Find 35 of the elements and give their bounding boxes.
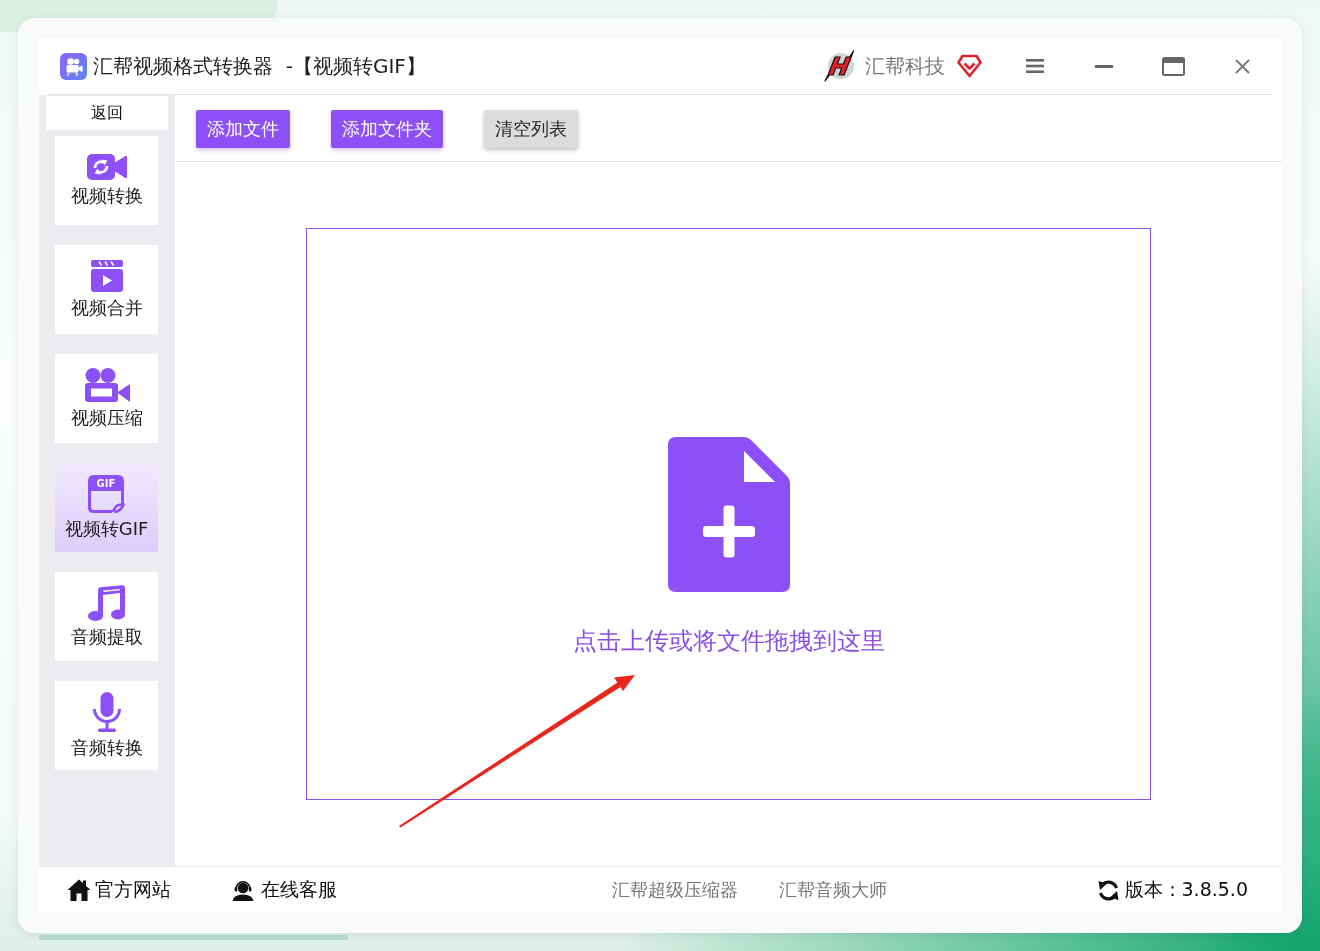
file-add-icon [667, 437, 790, 592]
home-icon [67, 878, 91, 902]
window-title: 汇帮视频格式转换器 -【视频转GIF】 [93, 52, 426, 80]
support-link[interactable]: 在线客服 [232, 877, 337, 903]
add-button[interactable]: 添加文件 [196, 110, 290, 148]
sidebar-item[interactable]: 音频提取 [55, 572, 158, 661]
maximize-icon[interactable] [1162, 56, 1185, 76]
sidebar-item[interactable]: 视频合并 [55, 245, 158, 334]
product-link[interactable]: 汇帮音频大师 [779, 878, 887, 902]
movie-camera-icon [83, 367, 130, 402]
diamond-icon[interactable] [957, 54, 982, 78]
clapperboard-icon [90, 259, 123, 292]
close-icon[interactable] [1235, 58, 1250, 74]
microphone-icon [91, 691, 122, 732]
minimize-icon[interactable] [1095, 64, 1113, 68]
sidebar-item[interactable]: 视频转换 [55, 136, 158, 225]
clear-list-button[interactable]: 清空列表 [484, 110, 578, 148]
drop-zone[interactable]: 点击上传或将文件拖拽到这里 [306, 228, 1151, 800]
video-convert-icon [86, 153, 127, 180]
sidebar-item[interactable]: 音频转换 [55, 681, 158, 770]
back-button[interactable]: 返回 [46, 96, 168, 130]
headset-person-icon [232, 879, 254, 901]
menu-icon[interactable] [1026, 59, 1044, 73]
version-label: 版本：3.8.5.0 [1124, 877, 1248, 902]
refresh-icon[interactable] [1096, 878, 1120, 902]
h-logo-icon [822, 49, 856, 83]
app-logo-icon [60, 52, 87, 80]
add-button[interactable]: 添加文件夹 [331, 110, 443, 148]
sidebar-item[interactable]: GIF 视频转GIF [55, 463, 158, 552]
upload-hint: 点击上传或将文件拖拽到这里 [572, 626, 885, 657]
music-note-icon [87, 584, 126, 621]
sidebar-item[interactable]: 视频压缩 [55, 354, 158, 443]
brand-name: 汇帮科技 [865, 52, 945, 80]
website-link[interactable]: 官方网站 [67, 877, 171, 903]
product-link[interactable]: 汇帮超级压缩器 [612, 878, 738, 902]
